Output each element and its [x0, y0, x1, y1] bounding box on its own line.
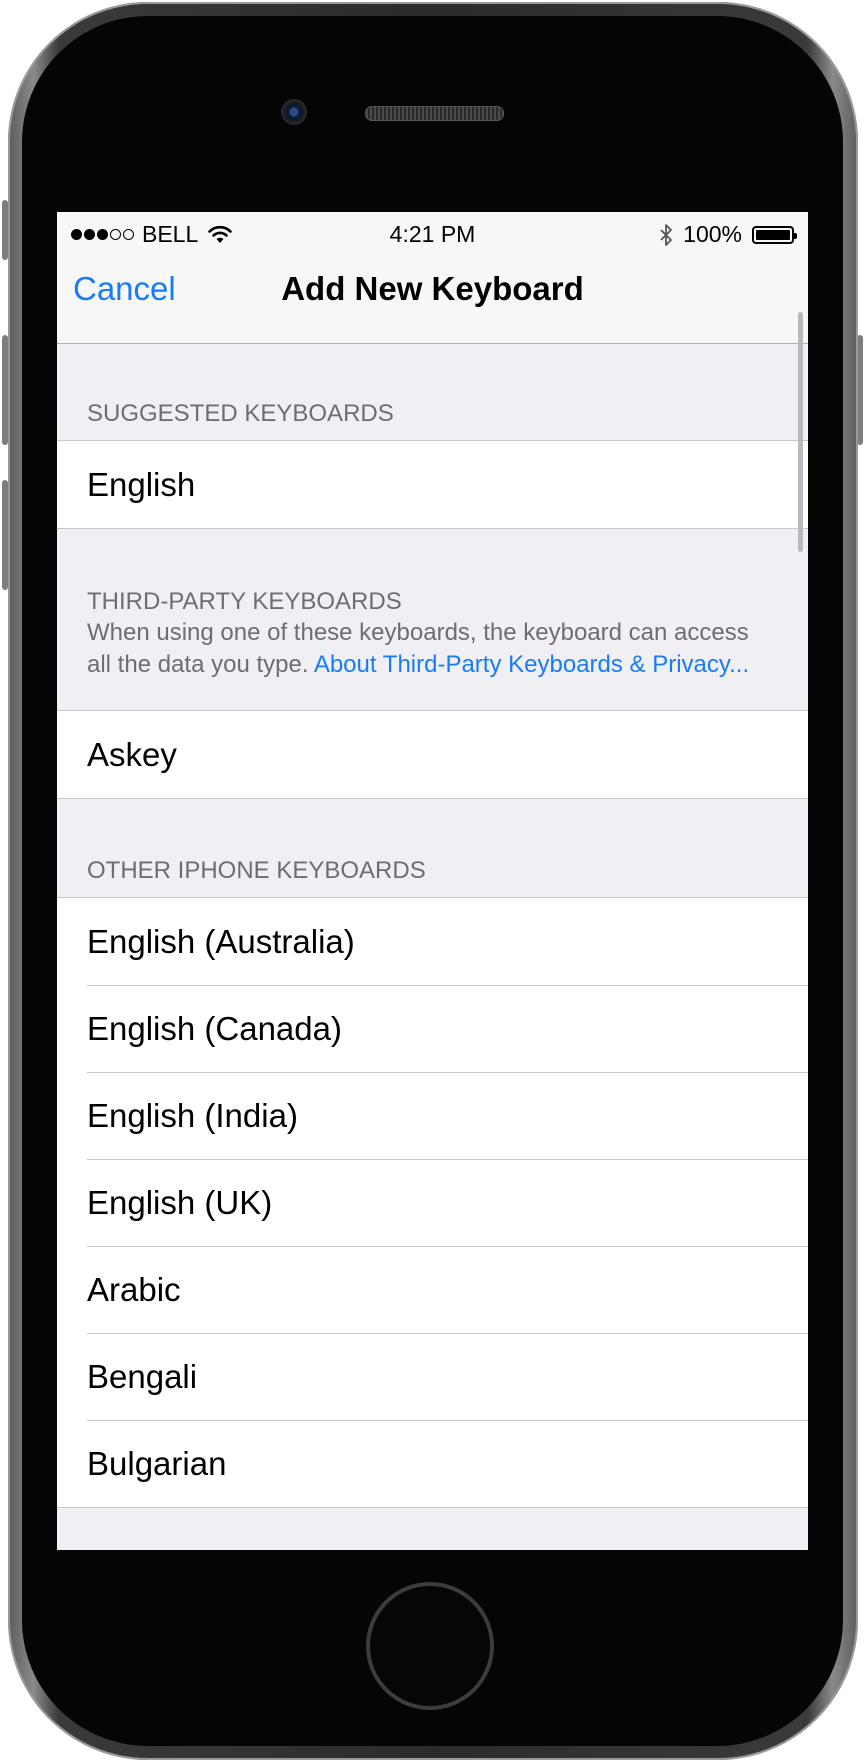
third-party-privacy-link[interactable]: About Third-Party Keyboards & Privacy...	[314, 651, 749, 678]
keyboard-list[interactable]: SUGGESTED KEYBOARDS English THIRD-PARTY …	[57, 344, 808, 1508]
status-right: 100%	[659, 221, 797, 248]
third-party-header-block: THIRD-PARTY KEYBOARDS When using one of …	[87, 587, 758, 681]
other-keyboard-row[interactable]: Arabic	[57, 1246, 808, 1333]
other-keyboard-row[interactable]: English (Australia)	[57, 898, 808, 985]
suggested-keyboard-row[interactable]: English	[57, 441, 808, 528]
scroll-indicator[interactable]	[798, 312, 803, 552]
navigation-bar: Cancel Add New Keyboard	[57, 252, 808, 344]
other-keyboard-row[interactable]: Bengali	[57, 1333, 808, 1420]
third-party-description-block: When using one of these keyboards, the k…	[87, 617, 758, 681]
screen: BELL 4:21 PM 100% Cancel Add New Keyboar…	[57, 212, 808, 1550]
other-keyboard-row[interactable]: Bulgarian	[57, 1420, 808, 1507]
other-keyboard-row[interactable]: English (UK)	[57, 1159, 808, 1246]
battery-percent: 100%	[683, 221, 742, 247]
battery-tip	[794, 232, 797, 239]
front-camera	[281, 99, 307, 125]
battery-icon	[752, 225, 797, 244]
earpiece-speaker	[365, 106, 504, 121]
battery-fill	[756, 229, 790, 240]
suggested-keyboards-group: English	[57, 440, 808, 529]
section-title-suggested: SUGGESTED KEYBOARDS	[87, 400, 394, 427]
home-button[interactable]	[366, 1582, 494, 1710]
other-keyboards-group: English (Australia) English (Canada) Engli…	[57, 897, 808, 1508]
bluetooth-icon	[660, 223, 673, 246]
other-keyboard-row[interactable]: English (Canada)	[57, 985, 808, 1072]
section-title-other: OTHER IPHONE KEYBOARDS	[87, 857, 426, 884]
section-header-other: OTHER IPHONE KEYBOARDS	[57, 799, 808, 897]
section-header-third-party: THIRD-PARTY KEYBOARDS When using one of …	[57, 529, 808, 710]
third-party-keyboard-row[interactable]: Askey	[57, 711, 808, 798]
third-party-keyboards-group: Askey	[57, 710, 808, 799]
iphone-device: BELL 4:21 PM 100% Cancel Add New Keyboar…	[0, 0, 865, 1763]
page-title: Add New Keyboard	[281, 270, 584, 307]
other-keyboard-row[interactable]: English (India)	[57, 1072, 808, 1159]
section-header-suggested: SUGGESTED KEYBOARDS	[57, 344, 808, 440]
section-title-third-party: THIRD-PARTY KEYBOARDS	[87, 588, 402, 615]
status-bar: BELL 4:21 PM 100%	[57, 212, 808, 252]
